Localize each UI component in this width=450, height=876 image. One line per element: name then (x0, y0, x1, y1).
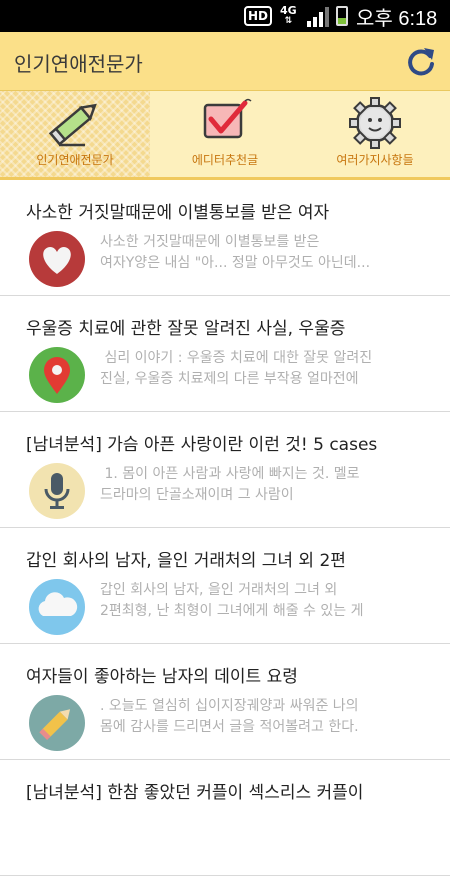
tab-label: 에디터추천글 (191, 153, 259, 167)
battery-icon (336, 6, 348, 26)
tab-various-matters[interactable]: 여러가지사항들 (300, 91, 450, 177)
signal-icon (307, 0, 331, 32)
app-title: 인기연애전문가 (14, 52, 143, 76)
article-title: 갑인 회사의 남자, 을인 거래처의 그녀 외 2편 (26, 551, 346, 571)
article-summary: 심리 이야기 : 우울증 치료에 대한 잘못 알려진 진실, 우울증 치료제의 … (100, 350, 373, 387)
list-item[interactable]: 갑인 회사의 남자, 을인 거래처의 그녀 외 2편 갑인 회사의 남자, 을인… (0, 528, 450, 644)
list-item[interactable]: 여자들이 좋아하는 남자의 데이트 요령 . 오늘도 열심히 십이지장궤양과 싸… (0, 644, 450, 760)
data-arrows-icon: ⇅ (284, 16, 293, 26)
tab-label: 인기연애전문가 (36, 153, 114, 167)
tab-editor-picks[interactable]: 에디터추천글 (150, 91, 300, 177)
map-pin-icon (29, 347, 85, 403)
clock: 오후 6:18 (356, 7, 438, 30)
article-summary: 갑인 회사의 남자, 을인 거래처의 그녀 외 2편최형, 난 최형이 그녀에게… (100, 582, 364, 619)
article-title: [남녀분석] 가슴 아픈 사랑이란 이런 것! 5 cases (26, 435, 378, 455)
article-summary: 1. 몸이 아픈 사람과 사랑에 빠지는 것. 멜로 드라마의 단골소재이며 그… (100, 466, 360, 503)
checkmark-icon (203, 98, 252, 139)
network-label: 4G (280, 4, 297, 17)
cloud-icon (29, 579, 85, 635)
list-item[interactable]: 우울증 치료에 관한 잘못 알려진 사실, 우울증 심리 이야기 : 우울증 치… (0, 296, 450, 412)
microphone-icon (29, 463, 85, 519)
heart-icon (29, 231, 85, 287)
status-bar: HD 4G ⇅ 오후 6:18 (0, 0, 450, 32)
app-header: 인기연애전문가 (0, 32, 450, 91)
tab-popular-experts[interactable]: 인기연애전문가 (0, 91, 150, 177)
refresh-icon (408, 48, 434, 76)
list-item[interactable]: [남녀분석] 가슴 아픈 사랑이란 이런 것! 5 cases 1. 몸이 아픈… (0, 412, 450, 528)
list-item[interactable]: [남녀분석] 한참 좋았던 커플이 섹스리스 커플이 (0, 760, 450, 876)
hd-badge: HD (244, 6, 272, 26)
tab-bar: 인기연애전문가 에디터추천글 여러가지사항들 (0, 91, 450, 180)
article-summary: 사소한 거짓말때문에 이별통보를 받은 여자Y양은 내심 "아... 정말 아무… (100, 234, 371, 271)
article-title: 우울증 치료에 관한 잘못 알려진 사실, 우울증 (26, 319, 346, 339)
article-title: 사소한 거짓말때문에 이별통보를 받은 여자 (26, 203, 330, 223)
network-indicator: 4G ⇅ (280, 0, 297, 32)
pencil-icon (48, 103, 97, 147)
article-summary: . 오늘도 열심히 십이지장궤양과 싸워준 나의 몸에 감사를 드리면서 글을 … (100, 698, 359, 735)
article-title: 여자들이 좋아하는 남자의 데이트 요령 (26, 667, 298, 687)
article-title: [남녀분석] 한참 좋았던 커플이 섹스리스 커플이 (26, 783, 364, 803)
refresh-button[interactable] (404, 44, 438, 78)
tab-label: 여러가지사항들 (336, 153, 414, 167)
list-item[interactable]: 사소한 거짓말때문에 이별통보를 받은 여자 사소한 거짓말때문에 이별통보를 … (0, 180, 450, 296)
gear-face-icon (349, 97, 401, 149)
pencil-circle-icon (29, 695, 85, 751)
